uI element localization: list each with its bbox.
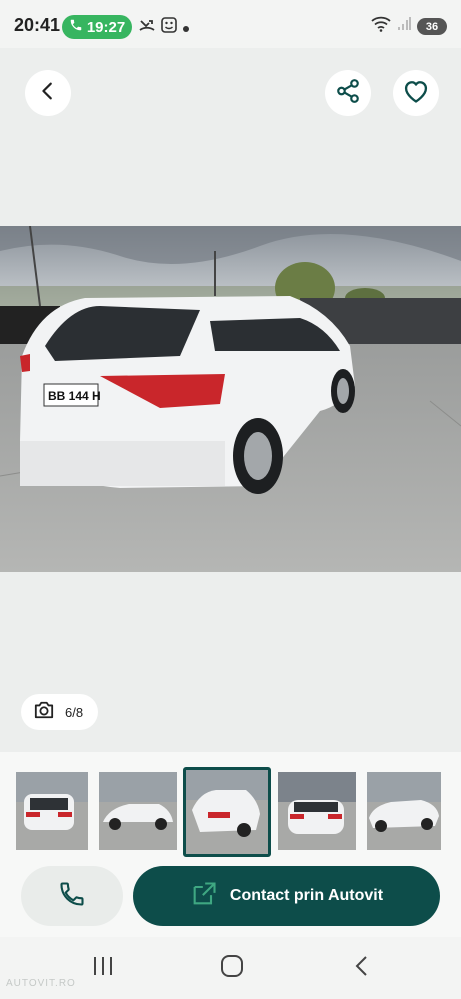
system-nav-bar [0, 937, 461, 999]
thumbnail-strip [0, 752, 461, 862]
call-button[interactable] [21, 866, 123, 926]
phone-icon [58, 880, 86, 913]
back-button[interactable] [25, 70, 71, 116]
battery-indicator: 36 [417, 18, 447, 35]
chevron-left-icon [37, 80, 59, 107]
app-notification-icon [161, 17, 177, 38]
license-plate: BB 144 H [48, 389, 101, 403]
share-icon [335, 78, 361, 109]
thumbnail[interactable] [278, 772, 356, 850]
photo-counter[interactable]: 6/8 [21, 694, 98, 730]
missed-call-icon [139, 17, 155, 38]
wifi-icon [371, 16, 391, 37]
share-button[interactable] [325, 70, 371, 116]
status-time: 20:41 [14, 15, 61, 35]
home-icon [220, 954, 244, 983]
notification-icons [139, 17, 189, 38]
favorite-button[interactable] [393, 70, 439, 116]
chevron-left-icon [354, 955, 370, 982]
main-car-photo[interactable]: BB 144 H [0, 226, 461, 572]
signal-icon [397, 17, 411, 36]
call-duration: 19:27 [86, 18, 126, 36]
back-nav-button[interactable] [342, 955, 382, 981]
ongoing-call-pill[interactable]: 19:27 [62, 15, 132, 39]
thumbnail[interactable] [99, 772, 177, 850]
external-link-icon [190, 880, 218, 913]
contact-label: Contact prin Autovit [229, 887, 384, 904]
heart-icon [402, 78, 430, 109]
thumbnail[interactable] [16, 772, 88, 850]
thumbnail[interactable] [367, 772, 441, 850]
status-bar: 20:41 19:27 36 [0, 0, 461, 48]
phone-small-icon [69, 18, 83, 36]
photo-counter-text: 6/8 [65, 704, 84, 720]
recent-apps-icon [92, 956, 114, 981]
recent-apps-button[interactable] [83, 955, 123, 981]
camera-icon [33, 700, 55, 725]
dot-icon [183, 19, 189, 37]
watermark: AUTOVIT.RO [6, 978, 76, 989]
home-button[interactable] [212, 954, 252, 983]
contact-autovit-button[interactable]: Contact prin Autovit [133, 866, 440, 926]
thumbnail-active[interactable] [183, 767, 271, 857]
system-icons: 36 [371, 16, 447, 37]
